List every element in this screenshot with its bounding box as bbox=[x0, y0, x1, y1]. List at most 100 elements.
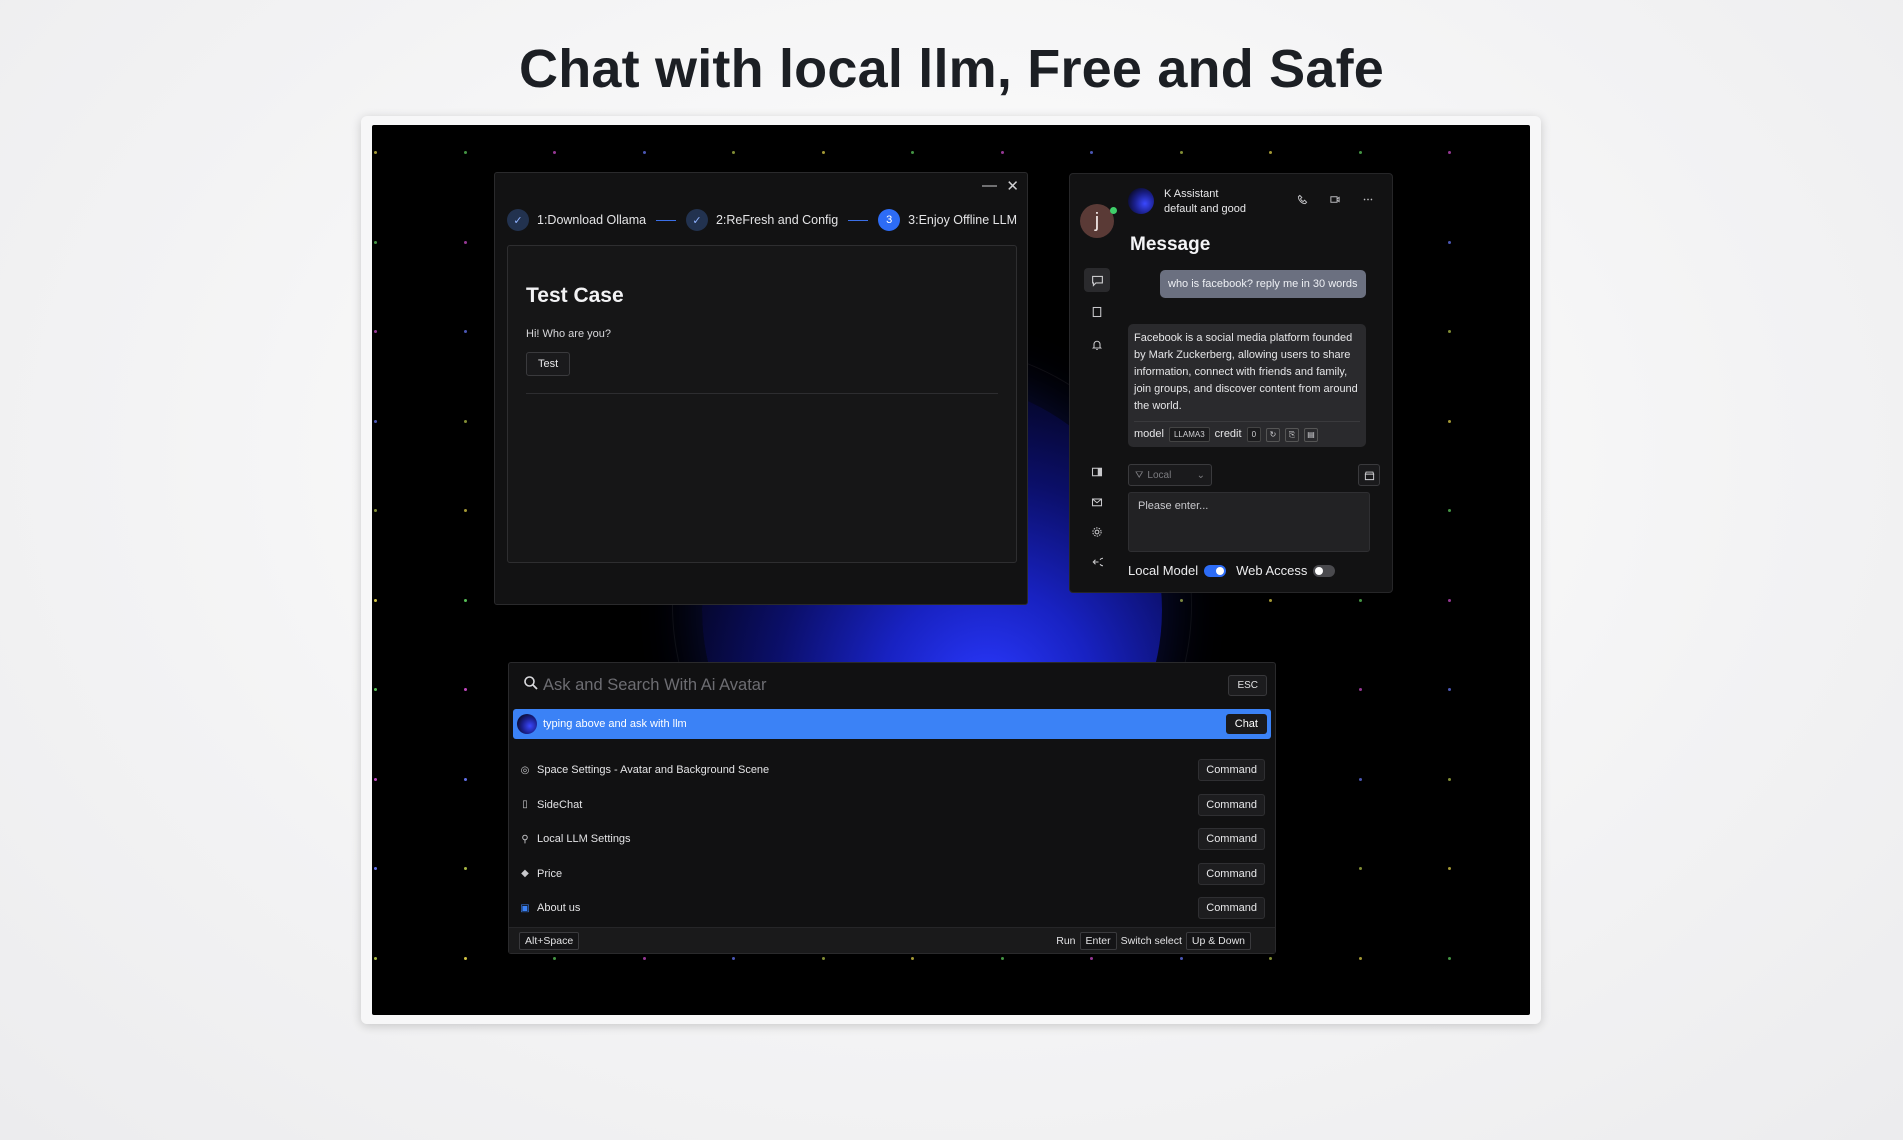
phone-icon[interactable] bbox=[1297, 194, 1308, 208]
model-chip: LLAMA3 bbox=[1168, 427, 1210, 442]
grid-dot bbox=[732, 956, 735, 960]
save-icon[interactable]: ▤ bbox=[1304, 427, 1319, 442]
video-icon[interactable] bbox=[1329, 194, 1341, 208]
bell-icon[interactable] bbox=[1084, 333, 1110, 357]
chat-header: K Assistant default and good bbox=[1128, 188, 1386, 218]
grid-dot bbox=[463, 151, 467, 154]
grid-dot bbox=[374, 509, 377, 512]
grid-dot bbox=[1179, 956, 1183, 960]
assistant-message-text: Facebook is a social media platform foun… bbox=[1134, 332, 1358, 412]
grid-dot bbox=[1448, 688, 1451, 691]
step-connector bbox=[656, 219, 676, 221]
grid-dot bbox=[374, 867, 377, 870]
command-local-llm-settings[interactable]: ⚲ Local LLM Settings Command bbox=[513, 822, 1271, 857]
grid-dot bbox=[463, 240, 467, 244]
desktop-stage: — ✕ ✓ 1:Download Ollama ✓ 2:ReFresh and … bbox=[372, 125, 1530, 1015]
assistant-avatar bbox=[517, 714, 537, 734]
grid-dot bbox=[1448, 240, 1451, 244]
chat-rail: j bbox=[1070, 174, 1122, 592]
command-price[interactable]: ◆ Price Command bbox=[513, 857, 1271, 892]
grid-dot bbox=[1448, 598, 1451, 602]
grid-dot bbox=[463, 956, 467, 960]
grid-dot bbox=[1269, 956, 1272, 960]
command-badge: Command bbox=[1198, 793, 1265, 816]
ask-llm-row[interactable]: typing above and ask with llm Chat bbox=[513, 709, 1271, 739]
grid-dot bbox=[374, 240, 377, 244]
command-space-settings[interactable]: ◎ Space Settings - Avatar and Background… bbox=[513, 753, 1271, 788]
switch-label: Switch select bbox=[1120, 934, 1182, 947]
more-icon[interactable] bbox=[1362, 194, 1374, 208]
command-badge: Command bbox=[1198, 862, 1265, 885]
web-access-toggle[interactable] bbox=[1313, 564, 1336, 577]
close-icon[interactable]: ✕ bbox=[1006, 177, 1019, 195]
gear-icon[interactable] bbox=[1084, 520, 1110, 544]
user-message: who is facebook? reply me in 30 words bbox=[1160, 270, 1366, 298]
chat-button[interactable]: Chat bbox=[1225, 714, 1267, 734]
shortcut-key: Alt+Space bbox=[519, 931, 580, 950]
refresh-icon[interactable]: ↻ bbox=[1266, 427, 1281, 442]
local-model-toggle[interactable] bbox=[1204, 564, 1227, 577]
minimize-icon[interactable]: — bbox=[982, 177, 997, 194]
user-avatar[interactable]: j bbox=[1080, 204, 1114, 238]
test-button[interactable]: Test bbox=[526, 352, 571, 376]
command-badge: Command bbox=[1198, 759, 1265, 782]
credit-label: credit bbox=[1214, 428, 1242, 440]
grid-dot bbox=[1448, 867, 1451, 870]
model-source-select[interactable]: ⛛ Local ⌄ bbox=[1128, 464, 1212, 486]
step-label: 3:Enjoy Offline LLM bbox=[908, 213, 1017, 227]
grid-dot bbox=[463, 419, 467, 423]
step-label: 1:Download Ollama bbox=[537, 213, 647, 227]
step-download-ollama[interactable]: ✓ 1:Download Ollama bbox=[507, 209, 646, 231]
step-enjoy-offline[interactable]: 3 3:Enjoy Offline LLM bbox=[878, 209, 1017, 231]
info-icon: ▣ bbox=[520, 902, 530, 914]
sidebar-toggle-icon[interactable] bbox=[1084, 460, 1110, 484]
step-refresh-config[interactable]: ✓ 2:ReFresh and Config bbox=[685, 209, 838, 231]
message-meta: model LLAMA3 credit 0 ↻ ⎘ ▤ bbox=[1134, 421, 1360, 443]
grid-dot bbox=[1269, 598, 1272, 602]
ask-llm-label: typing above and ask with llm bbox=[543, 718, 687, 730]
grid-dot bbox=[463, 509, 467, 512]
chat-bubble-icon[interactable] bbox=[1084, 268, 1110, 292]
grid-dot bbox=[1448, 419, 1451, 423]
onboarding-window: — ✕ ✓ 1:Download Ollama ✓ 2:ReFresh and … bbox=[494, 172, 1028, 605]
target-icon: ◎ bbox=[520, 764, 530, 776]
grid-dot bbox=[911, 151, 914, 154]
mail-icon[interactable] bbox=[1084, 490, 1110, 514]
grid-dot bbox=[463, 598, 467, 602]
grid-dot bbox=[821, 151, 825, 154]
grid-dot bbox=[1000, 151, 1004, 154]
logout-icon[interactable] bbox=[1084, 550, 1110, 574]
command-sidechat[interactable]: ▯ SideChat Command bbox=[513, 788, 1271, 823]
store-icon[interactable] bbox=[1358, 464, 1380, 486]
divider bbox=[526, 393, 998, 394]
copy-icon[interactable]: ⎘ bbox=[1285, 427, 1300, 442]
grid-dot bbox=[374, 688, 377, 691]
document-icon[interactable] bbox=[1084, 300, 1110, 324]
test-case-prompt: Hi! Who are you? bbox=[526, 328, 611, 340]
grid-dot bbox=[463, 330, 467, 333]
esc-button[interactable]: ESC bbox=[1228, 674, 1267, 696]
command-list: ◎ Space Settings - Avatar and Background… bbox=[513, 753, 1271, 926]
model-label: model bbox=[1134, 428, 1164, 440]
chat-input[interactable]: Please enter... bbox=[1128, 492, 1370, 552]
step-number: 3 bbox=[878, 209, 901, 231]
filter-icon: ⛛ bbox=[1135, 469, 1144, 481]
test-case-panel: Test Case Hi! Who are you? Test bbox=[507, 245, 1017, 563]
grid-dot bbox=[374, 956, 377, 960]
assistant-avatar bbox=[1128, 188, 1154, 214]
chat-panel: j K Assistant default and good Message w… bbox=[1069, 173, 1393, 593]
command-about-us[interactable]: ▣ About us Command bbox=[513, 891, 1271, 926]
grid-dot bbox=[1358, 777, 1362, 781]
grid-dot bbox=[1090, 956, 1093, 960]
grid-dot bbox=[1448, 777, 1451, 781]
search-input[interactable] bbox=[543, 675, 1229, 695]
grid-dot bbox=[1269, 151, 1272, 154]
grid-dot bbox=[463, 688, 467, 691]
command-palette: ESC typing above and ask with llm Chat ◎… bbox=[508, 662, 1276, 954]
grid-dot bbox=[463, 777, 467, 781]
grid-dot bbox=[374, 151, 377, 154]
grid-dot bbox=[553, 956, 556, 960]
grid-dot bbox=[1448, 151, 1451, 154]
grid-dot bbox=[911, 956, 914, 960]
search-row: ESC bbox=[513, 667, 1271, 703]
